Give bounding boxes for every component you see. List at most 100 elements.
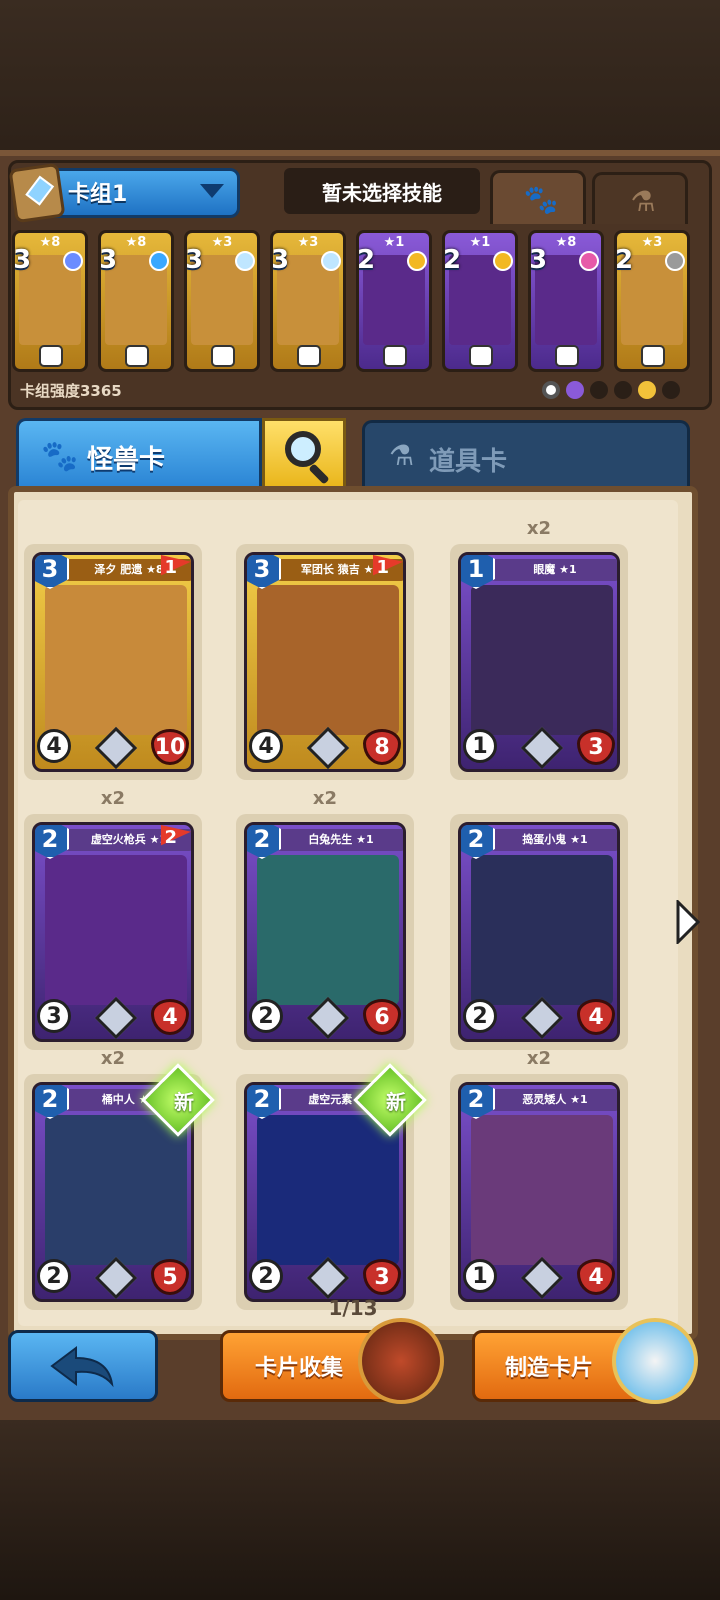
- card-cost: 2: [247, 825, 281, 859]
- search-button[interactable]: [262, 418, 346, 488]
- card-health: 3: [577, 729, 615, 765]
- paw-potion-icon[interactable]: [612, 1318, 698, 1404]
- card-cost: 2: [35, 1085, 69, 1119]
- new-label: 新: [386, 1090, 406, 1114]
- paw-icon: 🐾: [523, 182, 559, 216]
- card-art: [45, 585, 187, 735]
- potion-icon: ⚗: [630, 184, 656, 218]
- gem-icon: [149, 251, 169, 271]
- flag-number: 1: [376, 557, 389, 578]
- card-cost: 3: [13, 245, 32, 275]
- card-health: 3: [363, 1259, 401, 1295]
- bottom-background: [0, 1420, 720, 1600]
- card-count: x2: [526, 1048, 552, 1069]
- monster-card[interactable]: 军团长 猿吉 ★8 3 4 8 1: [244, 552, 406, 772]
- monster-card[interactable]: 白兔先生 ★1 2 2 6: [244, 822, 406, 1042]
- card-count: x2: [100, 788, 126, 809]
- gem-icon: [235, 251, 255, 271]
- card-slot[interactable]: 军团长 猿吉 ★8 3 4 8 1: [236, 536, 414, 786]
- monster-card[interactable]: 眼魔 ★1 1 1 3: [458, 552, 620, 772]
- tab-item-deck[interactable]: ⚗: [592, 172, 688, 224]
- chevron-down-icon[interactable]: [200, 184, 224, 198]
- card-title: 恶灵矮人 ★1: [491, 1089, 617, 1111]
- card-cost: 2: [357, 245, 376, 275]
- card-attack: 2: [249, 999, 283, 1033]
- paw-icon: [590, 381, 608, 399]
- deck-card[interactable]: ★3 2: [614, 230, 690, 372]
- card-grid: 泽夕 肥遗 ★8 3 4 10 1 军团长 猿吉 ★8 3 4 8 1 x2 眼魔 ★1 1 1 3 x2 虚空…: [18, 500, 678, 1326]
- card-book-icon[interactable]: [358, 1318, 444, 1404]
- deck-card[interactable]: ★1 2: [442, 230, 518, 372]
- card-attack: 1: [463, 1259, 497, 1293]
- card-slot[interactable]: 泽夕 肥遗 ★8 3 4 10 1: [24, 536, 202, 786]
- card-cost: 2: [35, 825, 69, 859]
- card-cost: 2: [461, 825, 495, 859]
- card-cost: 2: [461, 1085, 495, 1119]
- card-collection-label: 卡片收集: [255, 1356, 344, 1381]
- card-slot[interactable]: x2 恶灵矮人 ★1 2 1 4: [450, 1048, 628, 1316]
- card-cost: 2: [443, 245, 462, 275]
- back-arrow-icon: [50, 1346, 114, 1388]
- card-title: 白兔先生 ★1: [277, 829, 403, 851]
- card-slot[interactable]: x2 虚空火枪兵 ★1 2 3 4 2: [24, 788, 202, 1056]
- tab-monster-deck[interactable]: 🐾: [490, 170, 586, 224]
- top-background: [0, 0, 720, 160]
- card-slot[interactable]: x2 桶中人 ★1 2 2 5 新: [24, 1048, 215, 1316]
- deck-card[interactable]: ★8 3: [528, 230, 604, 372]
- dice-icon: [125, 345, 149, 367]
- card-slot[interactable]: 捣蛋小鬼 ★1 2 2 4: [450, 806, 628, 1056]
- gem-icon: [321, 251, 341, 271]
- card-slot[interactable]: x2 眼魔 ★1 1 1 3: [450, 518, 628, 786]
- dice-icon: [211, 345, 235, 367]
- skill-select-button[interactable]: 暂未选择技能: [284, 168, 480, 214]
- card-cost: 3: [99, 245, 118, 275]
- card-cost: 2: [615, 245, 634, 275]
- card-slot[interactable]: 虚空元素 ★1 2 2 3 新: [236, 1063, 427, 1316]
- card-slot[interactable]: x2 白兔先生 ★1 2 2 6: [236, 788, 414, 1056]
- swirl-icon: [566, 381, 584, 399]
- deck-card[interactable]: ★3 3: [270, 230, 346, 372]
- card-health: 4: [151, 999, 189, 1035]
- monster-card[interactable]: 捣蛋小鬼 ★1 2 2 4: [458, 822, 620, 1042]
- deck-card-strip: ★8 3 ★8 3 ★3 3 ★3 3 ★1 2 ★1 2 ★8 3 ★3 2: [12, 230, 702, 375]
- card-attack: 2: [37, 1259, 71, 1293]
- monster-card[interactable]: 恶灵矮人 ★1 2 1 4: [458, 1082, 620, 1302]
- dice-icon: [39, 345, 63, 367]
- card-count: x2: [526, 518, 552, 539]
- tab-monster-label: 怪兽卡: [87, 445, 166, 475]
- tab-item-cards[interactable]: ⚗ 道具卡: [362, 420, 690, 486]
- dice-icon: [469, 345, 493, 367]
- dice-icon: [555, 345, 579, 367]
- dice-icon: [383, 345, 407, 367]
- deck-card[interactable]: ★8 3: [98, 230, 174, 372]
- dice-icon: [641, 345, 665, 367]
- back-button[interactable]: [8, 1330, 158, 1402]
- monster-card[interactable]: 虚空火枪兵 ★1 2 3 4 2: [32, 822, 194, 1042]
- gem-icon: [493, 251, 513, 271]
- next-page-arrow-icon[interactable]: [676, 900, 700, 944]
- card-health: 10: [151, 729, 189, 765]
- deck-card[interactable]: ★8 3: [12, 230, 88, 372]
- deck-name: 卡组1: [68, 182, 128, 207]
- deck-card[interactable]: ★1 2: [356, 230, 432, 372]
- card-art: [471, 1115, 613, 1265]
- card-art: [471, 855, 613, 1005]
- monster-card[interactable]: 泽夕 肥遗 ★8 3 4 10 1: [32, 552, 194, 772]
- tab-monster-cards[interactable]: 🐾 怪兽卡: [16, 418, 262, 488]
- search-icon-handle: [308, 463, 330, 485]
- gem-icon: [579, 251, 599, 271]
- card-art: [257, 1115, 399, 1265]
- card-attack: 4: [37, 729, 71, 763]
- deck-card[interactable]: ★3 3: [184, 230, 260, 372]
- card-cost: 2: [247, 1085, 281, 1119]
- card-title: 捣蛋小鬼 ★1: [491, 829, 617, 851]
- tab-item-label: 道具卡: [429, 447, 508, 477]
- page-indicator: 1/13: [328, 1296, 378, 1320]
- card-cost: 3: [35, 555, 69, 589]
- dice-icon: [297, 345, 321, 367]
- gem-icon: [407, 251, 427, 271]
- card-cost: 1: [461, 555, 495, 589]
- deck-book-icon: [8, 162, 66, 224]
- flag-number: 2: [164, 827, 177, 848]
- card-cost: 3: [529, 245, 548, 275]
